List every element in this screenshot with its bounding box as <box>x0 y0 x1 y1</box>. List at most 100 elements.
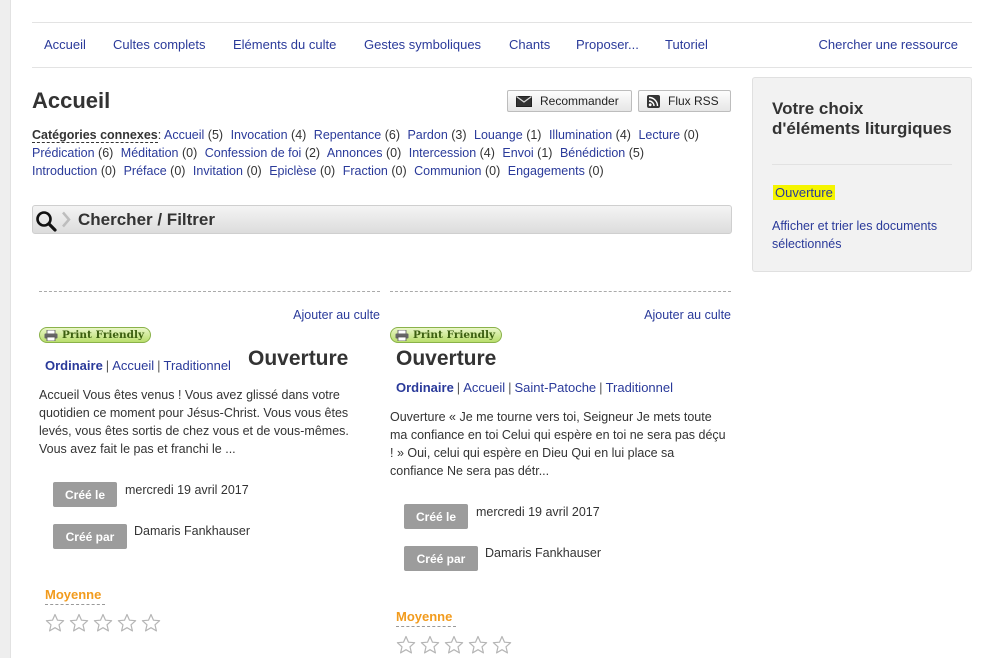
nav-accueil[interactable]: Accueil <box>44 37 86 52</box>
panel-divider <box>772 164 952 165</box>
category-item: Lecture (0) <box>638 128 698 142</box>
category-item: Epiclèse (0) <box>269 164 335 178</box>
tag-saint-patoche[interactable]: Saint-Patoche <box>515 380 597 395</box>
category-link[interactable]: Fraction <box>343 164 388 178</box>
card-title[interactable]: Ouverture <box>248 347 348 371</box>
category-item: Annonces (0) <box>327 146 401 160</box>
category-link[interactable]: Epiclèse <box>269 164 316 178</box>
panel-title: Votre choix d'éléments liturgiques <box>772 99 952 138</box>
search-filter-title: Chercher / Filtrer <box>78 210 215 229</box>
tag-accueil[interactable]: Accueil <box>463 380 505 395</box>
star-icon[interactable] <box>444 635 464 655</box>
category-link[interactable]: Annonces <box>327 146 383 160</box>
author-label: Créé par <box>404 546 478 571</box>
add-to-service-link[interactable]: Ajouter au culte <box>293 308 380 322</box>
print-friendly-button[interactable]: Print Friendly <box>39 327 151 343</box>
tag-ordinaire[interactable]: Ordinaire <box>396 380 454 395</box>
category-item: Méditation (0) <box>121 146 197 160</box>
category-link[interactable]: Illumination <box>549 128 612 142</box>
category-link[interactable]: Confession de foi <box>205 146 302 160</box>
star-rating[interactable] <box>396 635 512 655</box>
star-icon[interactable] <box>420 635 440 655</box>
nav-elements-du-culte[interactable]: Eléments du culte <box>233 37 336 52</box>
nav-proposer[interactable]: Proposer... <box>576 37 639 52</box>
category-count: (5) <box>628 146 645 160</box>
star-icon[interactable] <box>468 635 488 655</box>
created-date-value: mercredi 19 avril 2017 <box>476 505 600 519</box>
category-count: (0) <box>588 164 604 178</box>
category-count: (0) <box>683 128 699 142</box>
category-link[interactable]: Envoi <box>502 146 533 160</box>
search-filter-bar[interactable]: Chercher / Filtrer <box>32 205 732 234</box>
page-title: Accueil <box>32 88 111 113</box>
print-friendly-button[interactable]: Print Friendly <box>390 327 502 343</box>
category-item: Engagements (0) <box>508 164 604 178</box>
category-link[interactable]: Bénédiction <box>560 146 625 160</box>
category-item: Illumination (4) <box>549 128 631 142</box>
tag-ordinaire[interactable]: Ordinaire <box>45 358 103 373</box>
category-link[interactable]: Méditation <box>121 146 179 160</box>
category-item: Repentance (6) <box>314 128 400 142</box>
print-friendly-label: Print Friendly <box>413 329 496 341</box>
category-link[interactable]: Prédication <box>32 146 95 160</box>
star-icon[interactable] <box>492 635 512 655</box>
category-item: Préface (0) <box>124 164 186 178</box>
category-count: (6) <box>384 128 400 142</box>
category-link[interactable]: Invitation <box>193 164 243 178</box>
star-icon[interactable] <box>117 613 137 633</box>
category-link[interactable]: Lecture <box>638 128 680 142</box>
category-item: Introduction (0) <box>32 164 116 178</box>
card-excerpt: Ouverture « Je me tourne vers toi, Seign… <box>390 410 726 478</box>
tag-traditionnel[interactable]: Traditionnel <box>606 380 673 395</box>
star-icon[interactable] <box>93 613 113 633</box>
selected-element[interactable]: Ouverture <box>773 185 835 200</box>
tag-accueil[interactable]: Accueil <box>112 358 154 373</box>
add-to-service-link[interactable]: Ajouter au culte <box>644 308 731 322</box>
star-icon[interactable] <box>69 613 89 633</box>
rss-button[interactable]: Flux RSS <box>638 90 731 112</box>
card-tags: Ordinaire | Accueil | Traditionnel <box>45 358 231 373</box>
star-icon[interactable] <box>396 635 416 655</box>
category-link[interactable]: Louange <box>474 128 523 142</box>
card-divider <box>390 291 731 292</box>
category-link[interactable]: Introduction <box>32 164 97 178</box>
category-count: (0) <box>181 146 198 160</box>
category-item: Invitation (0) <box>193 164 262 178</box>
category-count: (6) <box>98 146 114 160</box>
category-link[interactable]: Préface <box>124 164 167 178</box>
category-count: (4) <box>291 128 307 142</box>
category-item: Bénédiction (5) <box>560 146 644 160</box>
created-date-label: Créé le <box>53 482 117 507</box>
card-divider <box>39 291 380 292</box>
show-selected-documents-link[interactable]: Afficher et trier les documents sélectio… <box>772 217 962 253</box>
category-link[interactable]: Engagements <box>508 164 585 178</box>
search-resource-link[interactable]: Chercher une ressource <box>819 37 958 52</box>
recommend-label: Recommander <box>540 94 619 108</box>
category-link[interactable]: Accueil <box>164 128 204 142</box>
category-count: (1) <box>537 146 553 160</box>
chevron-right-icon <box>61 211 71 231</box>
categories-label: Catégories connexes <box>32 128 158 143</box>
category-link[interactable]: Repentance <box>314 128 381 142</box>
category-link[interactable]: Pardon <box>407 128 447 142</box>
created-date-value: mercredi 19 avril 2017 <box>125 483 249 497</box>
category-count: (3) <box>451 128 467 142</box>
nav-chants[interactable]: Chants <box>509 37 550 52</box>
author-label: Créé par <box>53 524 127 549</box>
card-title[interactable]: Ouverture <box>396 347 496 371</box>
star-icon[interactable] <box>45 613 65 633</box>
tag-traditionnel[interactable]: Traditionnel <box>164 358 231 373</box>
nav-gestes-symboliques[interactable]: Gestes symboliques <box>364 37 481 52</box>
magnifier-icon <box>35 210 57 235</box>
nav-cultes-complets[interactable]: Cultes complets <box>113 37 205 52</box>
category-link[interactable]: Communion <box>414 164 481 178</box>
left-edge <box>0 0 11 658</box>
star-rating[interactable] <box>45 613 161 633</box>
category-link[interactable]: Intercession <box>409 146 476 160</box>
recommend-button[interactable]: Recommander <box>507 90 632 112</box>
category-link[interactable]: Invocation <box>231 128 288 142</box>
nav-tutoriel[interactable]: Tutoriel <box>665 37 708 52</box>
star-icon[interactable] <box>141 613 161 633</box>
author-value: Damaris Fankhauser <box>134 524 251 538</box>
category-item: Louange (1) <box>474 128 541 142</box>
